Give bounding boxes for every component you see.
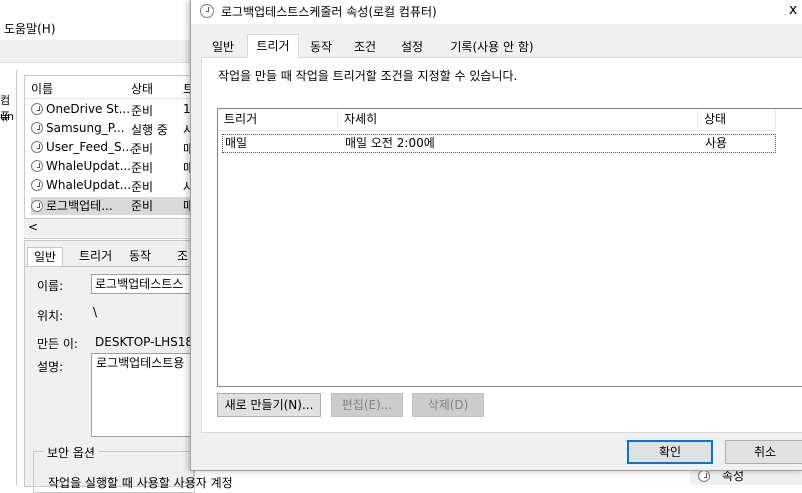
cancel-button[interactable]: 취소 bbox=[725, 440, 802, 464]
column-header-details[interactable]: 자세히 bbox=[338, 109, 698, 131]
new-trigger-button[interactable]: 새로 만들기(N)... bbox=[217, 393, 321, 417]
task-row[interactable]: WhaleUpdat... 준비 사 bbox=[31, 178, 193, 196]
task-name: Samsung_P... bbox=[46, 121, 125, 135]
location-label: 위치: bbox=[37, 309, 64, 323]
security-options-label: 보안 옵션 bbox=[44, 444, 98, 461]
tab-general[interactable]: 일반 bbox=[204, 37, 242, 57]
name-field[interactable]: 로그백업테스트스 bbox=[91, 274, 203, 294]
task-status: 준비 bbox=[131, 142, 154, 156]
delete-trigger-button[interactable]: 삭제(D) bbox=[412, 393, 484, 417]
name-value: 로그백업테스트스 bbox=[95, 277, 184, 291]
properties-dialog: 로그백업테스트스케줄러 속성(로컬 컴퓨터) x 일반 트리거 동작 조건 설정… bbox=[190, 0, 802, 471]
scroll-left-arrow-icon[interactable]: < bbox=[28, 220, 38, 234]
task-name: WhaleUpdat... bbox=[46, 178, 132, 192]
task-name: OneDrive St... bbox=[46, 102, 131, 116]
description-field[interactable]: 로그백업테스트용 bbox=[91, 353, 203, 437]
tab-conditions[interactable]: 조건 bbox=[343, 37, 387, 57]
clock-icon bbox=[31, 122, 43, 134]
security-options-group: 보안 옵션 작업을 실행할 때 사용할 사용자 계정 bbox=[33, 444, 233, 493]
tab-triggers[interactable]: 트리거 bbox=[247, 34, 299, 58]
triggers-tab-panel: 작업을 만들 때 작업을 트리거할 조건을 지정할 수 있습니다. 트리거 자세… bbox=[201, 57, 802, 433]
task-status: 준비 bbox=[131, 104, 154, 118]
task-row[interactable]: WhaleUpdat... 준비 매 bbox=[31, 159, 193, 177]
task-status: 실행 중 bbox=[131, 123, 168, 137]
task-name: WhaleUpdat... bbox=[46, 159, 132, 173]
clock-icon bbox=[31, 141, 43, 153]
clock-icon bbox=[698, 470, 710, 482]
author-label: 만든 이: bbox=[37, 337, 78, 351]
clock-icon bbox=[31, 200, 43, 212]
trigger-type: 매일 bbox=[225, 136, 248, 150]
horizontal-scrollbar[interactable]: < bbox=[24, 218, 192, 237]
detail-tab-actions[interactable]: 동작 bbox=[123, 247, 157, 265]
menu-help[interactable]: 도움말(H) bbox=[4, 20, 56, 37]
instruction-text: 작업을 만들 때 작업을 트리거할 조건을 지정할 수 있습니다. bbox=[218, 69, 518, 83]
name-label: 이름: bbox=[37, 279, 64, 293]
detail-tab-general[interactable]: 일반 bbox=[27, 247, 64, 266]
clock-icon bbox=[31, 103, 43, 115]
dialog-titlebar[interactable]: 로그백업테스트스케줄러 속성(로컬 컴퓨터) x bbox=[191, 0, 802, 24]
column-header-status[interactable]: 상태 bbox=[131, 80, 153, 96]
detail-tab-triggers[interactable]: 트리거 bbox=[73, 247, 118, 265]
task-detail-pane: 일반 트리거 동작 조 이름: 로그백업테스트스 위치: \ 만든 이: DES… bbox=[24, 240, 233, 493]
close-icon[interactable]: x bbox=[789, 2, 802, 20]
trigger-details: 매일 오전 2:00에 bbox=[345, 136, 435, 150]
clock-icon bbox=[31, 179, 43, 191]
task-status: 준비 bbox=[131, 161, 154, 175]
task-row[interactable]: OneDrive St... 준비 1 bbox=[31, 102, 193, 120]
description-value: 로그백업테스트용 bbox=[96, 356, 185, 370]
task-name: User_Feed_S... bbox=[46, 140, 134, 154]
column-header-name[interactable]: 이름 bbox=[31, 80, 53, 96]
task-list: 이름 상태 트 OneDrive St... 준비 1 Samsung_P...… bbox=[24, 75, 194, 239]
clock-icon bbox=[200, 4, 214, 18]
navigation-pane[interactable]: 컴퓨 un bbox=[0, 70, 17, 485]
location-value: \ bbox=[93, 305, 98, 319]
trigger-status: 사용 bbox=[705, 136, 728, 150]
task-row-selected[interactable]: 로그백업테... 준비 매 bbox=[31, 197, 193, 215]
security-account-text: 작업을 실행할 때 사용할 사용자 계정 bbox=[48, 476, 233, 490]
task-status: 준비 bbox=[131, 199, 154, 213]
edit-trigger-button[interactable]: 편집(E)... bbox=[331, 393, 403, 417]
trigger-row[interactable]: 매일 매일 오전 2:00에 사용 bbox=[222, 134, 776, 153]
tab-settings[interactable]: 설정 bbox=[389, 37, 435, 57]
author-value: DESKTOP-LHS187. bbox=[95, 335, 205, 349]
tab-actions[interactable]: 동작 bbox=[299, 37, 343, 57]
task-name: 로그백업테... bbox=[46, 199, 113, 213]
description-label: 설명: bbox=[37, 360, 64, 374]
column-header-trigger[interactable]: 트리거 bbox=[218, 109, 338, 131]
nav-fragment: un bbox=[0, 110, 14, 123]
task-row[interactable]: Samsung_P... 실행 중 시 bbox=[31, 121, 193, 139]
ok-button[interactable]: 확인 bbox=[627, 440, 713, 464]
dialog-title: 로그백업테스트스케줄러 속성(로컬 컴퓨터) bbox=[221, 5, 437, 19]
trigger-list[interactable]: 트리거 자세히 상태 매일 매일 오전 2:00에 사용 bbox=[217, 108, 802, 387]
clock-icon bbox=[31, 160, 43, 172]
column-header-status[interactable]: 상태 bbox=[698, 109, 776, 131]
task-status: 준비 bbox=[131, 180, 154, 194]
tab-history[interactable]: 기록(사용 안 함) bbox=[441, 37, 543, 57]
task-row[interactable]: User_Feed_S... 준비 매 bbox=[31, 140, 193, 158]
